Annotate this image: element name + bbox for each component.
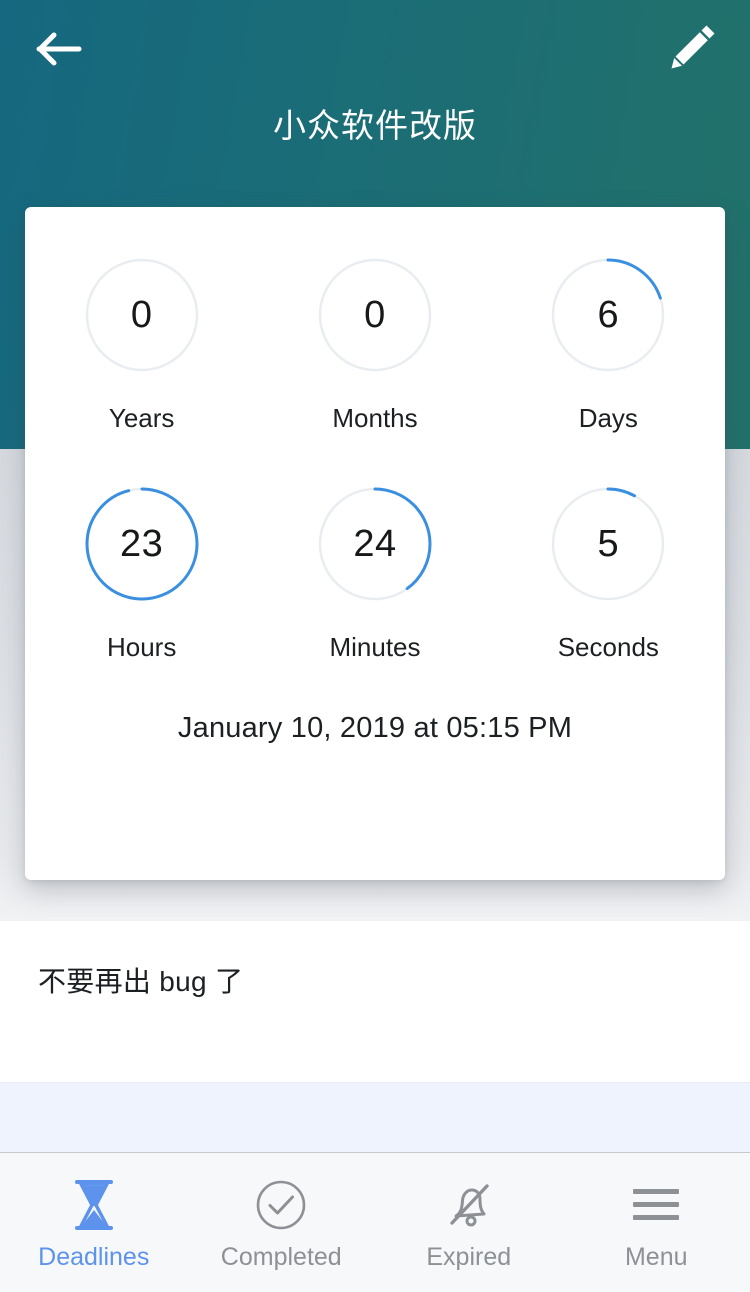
dial-value-hours: 23 <box>120 522 164 565</box>
dial-label-months: Months <box>332 403 418 433</box>
back-button[interactable] <box>22 16 96 82</box>
bell-off-icon <box>442 1177 496 1233</box>
tab-label-deadlines: Deadlines <box>38 1243 150 1271</box>
info-strip <box>0 1082 750 1153</box>
dial-years: 0 <box>80 253 204 377</box>
countdown-unit-seconds: 5 Seconds <box>492 482 725 711</box>
pencil-icon <box>671 25 715 69</box>
dial-label-seconds: Seconds <box>557 632 659 662</box>
hourglass-icon <box>69 1177 119 1233</box>
deadline-date: January 10, 2019 at 05:15 PM <box>177 712 573 744</box>
countdown-unit-months: 0 Months <box>258 253 491 482</box>
page-title: 小众软件改版 <box>273 107 477 144</box>
tab-completed[interactable]: Completed <box>188 1153 376 1292</box>
tab-label-completed: Completed <box>220 1243 342 1271</box>
dial-value-minutes: 24 <box>353 522 397 565</box>
dial-seconds: 5 <box>546 482 670 606</box>
dial-value-days: 6 <box>597 293 620 336</box>
tab-deadlines[interactable]: Deadlines <box>0 1153 188 1292</box>
hamburger-icon <box>629 1177 683 1233</box>
countdown-unit-hours: 23 Hours <box>25 482 258 711</box>
dial-label-years: Years <box>108 403 175 433</box>
check-circle-icon <box>254 1177 308 1233</box>
edit-button[interactable] <box>656 8 732 84</box>
countdown-card: 0 Years 0 Months 6 Days 23 Hours 24 Minutes 5 Secon… <box>25 207 725 880</box>
countdown-unit-years: 0 Years <box>25 253 258 482</box>
countdown-unit-minutes: 24 Minutes <box>258 482 491 711</box>
dial-days: 6 <box>546 253 670 377</box>
dial-value-months: 0 <box>364 293 386 336</box>
tab-expired[interactable]: Expired <box>375 1153 563 1292</box>
dial-hours: 23 <box>80 482 204 606</box>
dial-label-days: Days <box>578 403 638 433</box>
note-section[interactable]: 不要再出 bug 了 <box>0 921 750 1082</box>
bottom-tab-bar: Deadlines Completed Expired Menu <box>0 1153 750 1292</box>
countdown-grid: 0 Years 0 Months 6 Days 23 Hours 24 Minutes 5 Secon… <box>25 253 725 711</box>
dial-value-seconds: 5 <box>597 522 620 565</box>
arrow-left-icon <box>36 32 82 66</box>
countdown-unit-days: 6 Days <box>492 253 725 482</box>
tab-menu[interactable]: Menu <box>563 1153 750 1292</box>
dial-value-years: 0 <box>130 293 153 336</box>
dial-months: 0 <box>313 253 437 377</box>
tab-label-expired: Expired <box>426 1243 512 1271</box>
deadline-detail-screen: 小众软件改版 0 Years 0 Months 6 Days 23 Hours 24 Minute… <box>0 0 750 1292</box>
dial-label-minutes: Minutes <box>329 632 421 662</box>
dial-minutes: 24 <box>313 482 437 606</box>
tab-label-menu: Menu <box>624 1243 688 1271</box>
dial-label-hours: Hours <box>106 632 177 662</box>
note-text: 不要再出 bug 了 <box>38 966 244 997</box>
